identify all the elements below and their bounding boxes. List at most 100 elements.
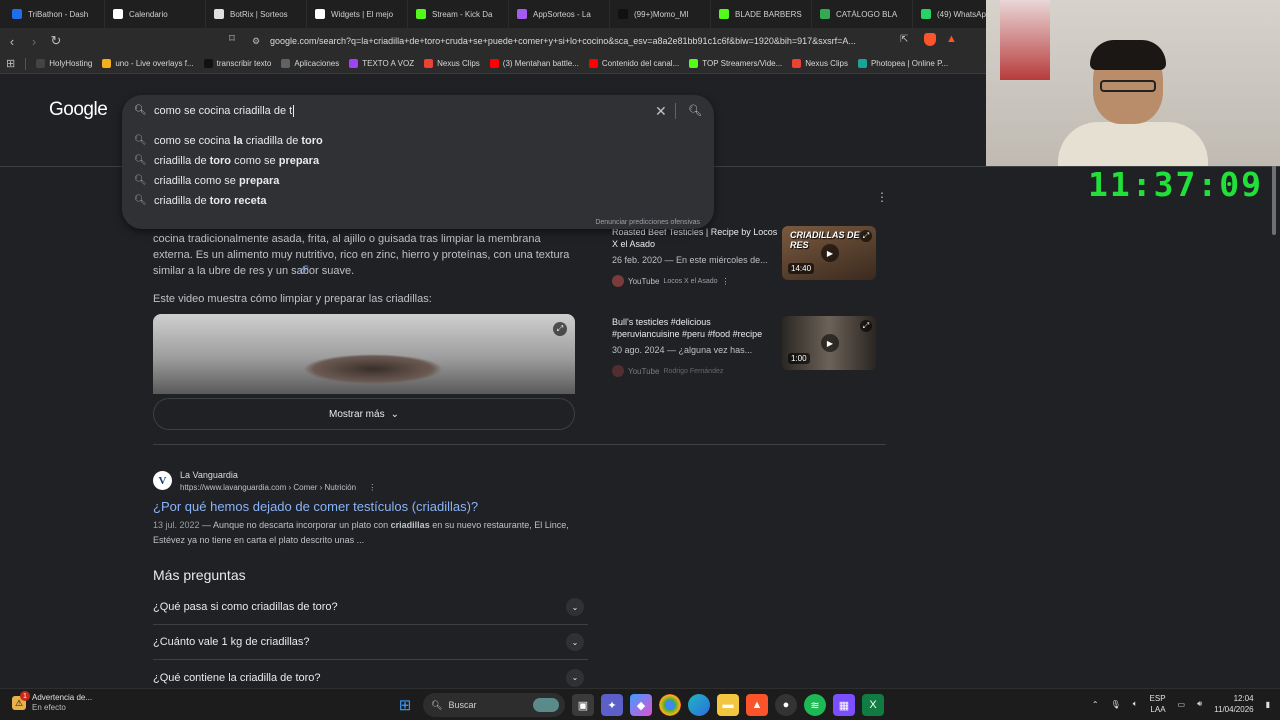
- expand-icon[interactable]: ⤢: [860, 320, 872, 332]
- spotify-icon[interactable]: ≋: [804, 694, 826, 716]
- obs-icon[interactable]: ●: [775, 694, 797, 716]
- result-url[interactable]: https://www.lavanguardia.com › Comer › N…: [180, 483, 376, 492]
- more-options-icon[interactable]: ⋮: [876, 190, 888, 204]
- play-icon[interactable]: ▶: [821, 334, 839, 352]
- volume-icon[interactable]: 🔊︎: [1197, 699, 1202, 709]
- bookmark-item[interactable]: (3) Mentahan battle...: [489, 59, 579, 68]
- brave-icon[interactable]: ▲: [746, 694, 768, 716]
- file-explorer-icon[interactable]: ▬: [717, 694, 739, 716]
- video-channel: Rodrigo Fernández: [663, 367, 724, 375]
- video-thumbnail[interactable]: ▶ 1:00 ⤢: [782, 316, 876, 370]
- excel-icon[interactable]: X: [862, 694, 884, 716]
- reload-icon[interactable]: ↻: [46, 33, 66, 49]
- browser-tab[interactable]: AppSorteos - La: [509, 0, 610, 28]
- browser-tab[interactable]: BLADE BARBERS: [711, 0, 812, 28]
- network-icon[interactable]: ▭: [1178, 700, 1186, 709]
- expand-icon[interactable]: ⤢: [553, 322, 567, 336]
- clock-widget[interactable]: 12:04 11/04/2026: [1214, 693, 1253, 715]
- browser-tab[interactable]: Stream - Kick Da: [408, 0, 509, 28]
- speaker-icon[interactable]: 🔈︎: [1133, 699, 1138, 709]
- tray-overflow-icon[interactable]: ⌃: [1092, 700, 1099, 709]
- play-icon[interactable]: ▶: [821, 244, 839, 262]
- clear-icon[interactable]: ✕: [655, 103, 667, 120]
- video-card[interactable]: Bull's testicles #delicious #peruviancui…: [604, 316, 886, 396]
- bookmark-item[interactable]: Nexus Clips: [792, 59, 848, 68]
- tab-favicon-icon: [921, 9, 931, 19]
- video-menu-icon[interactable]: ⋮: [722, 277, 730, 286]
- site-info-icon[interactable]: ⚙: [252, 36, 260, 47]
- video-card[interactable]: Roasted Beef Testicles | Recipe by Locos…: [604, 226, 886, 306]
- link-icon[interactable]: 🔗︎: [299, 265, 309, 274]
- app-grid-icon[interactable]: ▦: [833, 694, 855, 716]
- teams-icon[interactable]: ✦: [601, 694, 623, 716]
- browser-tab[interactable]: (99+)Momo_MI: [610, 0, 711, 28]
- rewards-icon[interactable]: ▲: [946, 33, 957, 45]
- notification-widget[interactable]: ⚠ 1 Advertencia de... En efecto: [12, 691, 92, 713]
- copilot-icon[interactable]: ◆: [630, 694, 652, 716]
- browser-tab[interactable]: Widgets | El mejo: [307, 0, 408, 28]
- anime-poster-image: [1000, 0, 1050, 80]
- edge-icon[interactable]: [688, 694, 710, 716]
- bookmark-item[interactable]: TOP Streamers/Vide...: [689, 59, 782, 68]
- url-field[interactable]: ⚙ google.com/search?q=la+criadilla+de+to…: [244, 31, 964, 51]
- bookmark-item[interactable]: Nexus Clips: [424, 59, 480, 68]
- video-thumbnail[interactable]: CRIADILLAS DE RES ▶ 14:40 ⤢: [782, 226, 876, 280]
- scrollbar-thumb[interactable]: [1272, 165, 1276, 235]
- answer-video-preview[interactable]: ⤢: [153, 314, 575, 394]
- task-view-icon[interactable]: ▣: [572, 694, 594, 716]
- video-title[interactable]: Bull's testicles #delicious #peruviancui…: [612, 316, 780, 340]
- alert-text: Advertencia de... En efecto: [32, 693, 92, 713]
- browser-tab[interactable]: CATÁLOGO BLA: [812, 0, 913, 28]
- paa-question[interactable]: ¿Cuánto vale 1 kg de criadillas? ⌄: [153, 625, 588, 660]
- back-icon[interactable]: ‹: [2, 34, 22, 49]
- google-logo[interactable]: Google: [49, 99, 108, 121]
- bookmark-label: Nexus Clips: [805, 59, 848, 68]
- paa-question[interactable]: ¿Qué pasa si como criadillas de toro? ⌄: [153, 590, 588, 625]
- video-title[interactable]: Roasted Beef Testicles | Recipe by Locos…: [612, 226, 780, 250]
- search-input[interactable]: como se cocina criadilla de t: [154, 105, 295, 117]
- taskbar-search[interactable]: 🔍︎ Buscar: [423, 693, 565, 717]
- notifications-icon[interactable]: ▮: [1266, 700, 1270, 709]
- bookmark-favicon-icon: [281, 59, 291, 68]
- windows-start-icon[interactable]: ⊞: [394, 694, 416, 716]
- result-site-name[interactable]: La Vanguardia: [180, 470, 238, 480]
- share-icon[interactable]: ⇱: [900, 34, 908, 45]
- expand-icon[interactable]: ⤢: [860, 230, 872, 242]
- site-favicon[interactable]: V: [153, 471, 172, 490]
- apps-grid-icon[interactable]: ⊞: [6, 57, 15, 70]
- suggestion-item[interactable]: criadilla como se prepara: [154, 175, 279, 187]
- page-scrollbar[interactable]: [1271, 75, 1278, 688]
- ai-answer-text: cocina tradicionalmente asada, frita, al…: [153, 233, 570, 277]
- brave-shield-icon[interactable]: [924, 33, 936, 46]
- browser-tab[interactable]: BotRix | Sorteos: [206, 0, 307, 28]
- tab-favicon-icon: [113, 9, 123, 19]
- chevron-down-icon[interactable]: ⌄: [566, 598, 584, 616]
- suggestion-item[interactable]: como se cocina la criadilla de toro: [154, 135, 323, 147]
- browser-tab[interactable]: TriBathon - Dash: [4, 0, 105, 28]
- result-title-link[interactable]: ¿Por qué hemos dejado de comer testículo…: [153, 499, 478, 514]
- chevron-down-icon[interactable]: ⌄: [566, 668, 584, 687]
- result-menu-icon[interactable]: ⋮: [368, 483, 376, 492]
- suggestion-item[interactable]: criadilla de toro receta: [154, 195, 267, 207]
- suggestion-text: como se cocina: [154, 135, 234, 147]
- bookmark-item[interactable]: Aplicaciones: [281, 59, 339, 68]
- microphone-icon[interactable]: 🎙︎: [1111, 700, 1121, 709]
- chrome-icon[interactable]: [659, 694, 681, 716]
- bookmark-item[interactable]: Contenido del canal...: [588, 59, 679, 68]
- bookmark-item[interactable]: HolyHosting: [36, 59, 92, 68]
- paa-heading: Más preguntas: [153, 567, 246, 583]
- forward-icon[interactable]: ›: [24, 34, 44, 49]
- search-submit-icon[interactable]: 🔍︎: [688, 104, 702, 117]
- suggestion-item[interactable]: criadilla de toro como se prepara: [154, 155, 319, 167]
- bookmark-icon[interactable]: ⌑: [222, 32, 242, 45]
- bookmark-item[interactable]: Photopea | Online P...: [857, 59, 948, 68]
- bookmark-item[interactable]: transcribir texto: [203, 59, 271, 68]
- bookmark-item[interactable]: uno - Live overlays f...: [102, 59, 194, 68]
- language-indicator[interactable]: ESP LAA: [1150, 693, 1166, 715]
- report-predictions-link[interactable]: Denunciar predicciones ofensivas: [595, 219, 700, 226]
- show-more-button[interactable]: Mostrar más ⌄: [153, 398, 575, 430]
- video-source: YouTube Locos X el Asado ⋮: [612, 275, 730, 287]
- bookmark-item[interactable]: TEXTO A VOZ: [349, 59, 414, 68]
- browser-tab[interactable]: Calendario: [105, 0, 206, 28]
- chevron-down-icon[interactable]: ⌄: [566, 633, 584, 651]
